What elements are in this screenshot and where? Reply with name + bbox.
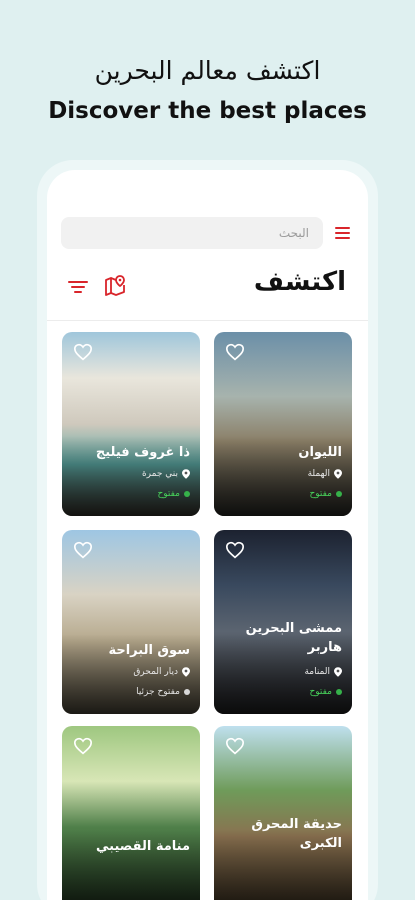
place-location: الهملة — [308, 469, 342, 479]
app-screen: اكتشف الليوان الهملة — [47, 170, 368, 900]
place-card[interactable]: منامة القصيبي — [62, 726, 200, 900]
place-card[interactable]: ممشى البحرين هاربر المنامة مفتوح — [214, 530, 352, 714]
place-location: المنامة — [304, 667, 342, 677]
heart-icon[interactable] — [225, 541, 245, 559]
location-pin-icon — [182, 667, 190, 677]
place-title: منامة القصيبي — [96, 839, 190, 854]
place-status: مفتوح — [309, 687, 342, 697]
promo-title-arabic: اكتشف معالم البحرين — [94, 56, 321, 85]
place-title: ممشى البحرين هاربر — [245, 621, 342, 655]
search-input[interactable] — [61, 217, 323, 249]
place-location: ديار المحرق — [133, 667, 190, 677]
location-pin-icon — [182, 469, 190, 479]
place-card[interactable]: حديقة المحرق الكبرى — [214, 726, 352, 900]
search-bar[interactable] — [61, 217, 323, 249]
place-title: ذا غروف فيليج — [95, 445, 190, 460]
promo-title-english: Discover the best places — [48, 98, 367, 124]
place-card[interactable]: سوق البراحة ديار المحرق مفتوح جزئيا — [62, 530, 200, 714]
place-title: سوق البراحة — [108, 643, 190, 658]
place-title: حديقة المحرق الكبرى — [251, 817, 342, 851]
status-dot — [336, 491, 342, 497]
place-location: بني جمرة — [142, 469, 190, 479]
heart-icon[interactable] — [225, 343, 245, 361]
status-dot — [336, 689, 342, 695]
heart-icon[interactable] — [73, 541, 93, 559]
filter-icon[interactable] — [66, 275, 90, 299]
heart-icon[interactable] — [225, 737, 245, 755]
heart-icon[interactable] — [73, 343, 93, 361]
menu-button[interactable] — [335, 224, 353, 242]
location-pin-icon — [334, 667, 342, 677]
header-divider — [47, 320, 368, 321]
heart-icon[interactable] — [73, 737, 93, 755]
status-dot — [184, 491, 190, 497]
place-status: مفتوح جزئيا — [136, 687, 190, 697]
place-status: مفتوح — [309, 489, 342, 499]
location-pin-icon — [334, 469, 342, 479]
place-status: مفتوح — [157, 489, 190, 499]
hamburger-icon — [335, 227, 350, 229]
place-card[interactable]: ذا غروف فيليج بني جمرة مفتوح — [62, 332, 200, 516]
map-pin-icon[interactable] — [103, 273, 127, 297]
place-card[interactable]: الليوان الهملة مفتوح — [214, 332, 352, 516]
status-dot — [184, 689, 190, 695]
phone-frame: اكتشف الليوان الهملة — [37, 160, 378, 900]
place-title: الليوان — [298, 445, 342, 460]
page-title: اكتشف — [253, 267, 346, 297]
